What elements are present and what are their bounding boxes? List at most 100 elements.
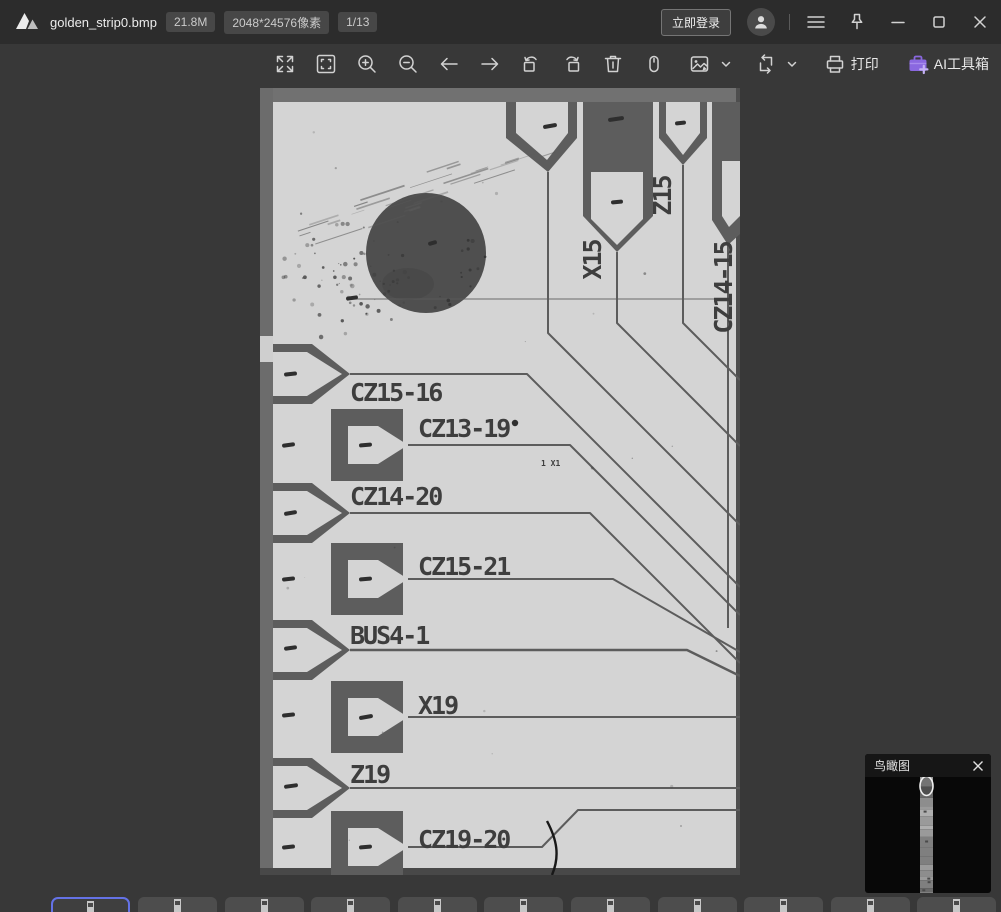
thumbnail-strip-mark: [695, 901, 700, 905]
rotate-right-icon: [560, 52, 584, 76]
thumbnail-strip-mark: [175, 901, 180, 905]
thumbnail-8[interactable]: [658, 897, 737, 912]
pin-icon: [847, 12, 867, 32]
minimap-body[interactable]: [865, 777, 991, 893]
chevron-down-icon: [720, 58, 732, 70]
file-size-badge: 21.8M: [166, 12, 215, 32]
person-icon: [752, 13, 770, 31]
thumbnail-strip-mark: [435, 901, 440, 905]
print-button[interactable]: 打印: [824, 53, 879, 75]
thumbnail-strip-preview: [780, 899, 787, 912]
thumbnail-strip-mark: [88, 903, 93, 907]
thumbnail-3[interactable]: [225, 897, 304, 912]
thumbnail-strip-mark: [348, 901, 353, 905]
pcb-top-border: [260, 88, 740, 102]
thumbnail-strip-preview: [434, 899, 441, 912]
fullscreen-button[interactable]: [273, 50, 297, 78]
pcb-label-x19: X19: [418, 691, 458, 720]
close-icon: [973, 15, 987, 29]
thumbnail-6[interactable]: [484, 897, 563, 912]
minimap-close-button[interactable]: [972, 760, 984, 772]
crop-rotate-icon: [754, 52, 778, 76]
thumbnail-strip-preview: [520, 899, 527, 912]
fullscreen-icon: [273, 52, 297, 76]
zoom-in-button[interactable]: [355, 50, 379, 78]
thumbnail-strip-preview: [174, 899, 181, 912]
thumbnail-11[interactable]: [917, 897, 996, 912]
minimap-viewport-marker[interactable]: [920, 777, 933, 796]
thumbnail-strip-preview: [347, 899, 354, 912]
thumbnail-strip-preview: [694, 899, 701, 912]
thumbnail-1[interactable]: [51, 897, 130, 912]
thumbnail-5[interactable]: [398, 897, 477, 912]
pcb-label-x15: X15: [578, 239, 607, 279]
ai-toolbox-icon: [907, 53, 929, 75]
thumbnail-filmstrip: [0, 897, 1001, 912]
close-icon: [972, 760, 984, 772]
pcb-left-border: [260, 88, 273, 875]
pcb-label-bus4-1: BUS4-1: [350, 621, 429, 650]
next-image-button[interactable]: [478, 50, 502, 78]
zoom-out-button[interactable]: [396, 50, 420, 78]
login-button[interactable]: 立即登录: [661, 9, 731, 36]
previous-image-button[interactable]: [437, 50, 461, 78]
toolbar-right-group: 打印 AI工具箱: [688, 44, 989, 84]
image-edit-button[interactable]: [688, 52, 732, 76]
pcb-label-z19: Z19: [350, 760, 390, 789]
pcb-label-cz15-21: CZ15-21: [418, 552, 510, 581]
print-label: 打印: [851, 54, 879, 74]
rotate-left-button[interactable]: [519, 50, 543, 78]
image-edit-icon: [688, 52, 712, 76]
pcb-label-cz15-16: CZ15-16: [350, 378, 442, 407]
thumbnail-10[interactable]: [831, 897, 910, 912]
menu-button[interactable]: [801, 7, 831, 37]
toolbar-left-group: [273, 44, 666, 84]
arrow-left-icon: [437, 52, 461, 76]
minimap-header[interactable]: 鸟瞰图: [865, 754, 991, 777]
rotate-right-button[interactable]: [560, 50, 584, 78]
rotate-left-icon: [519, 52, 543, 76]
thumbnail-7[interactable]: [571, 897, 650, 912]
minimap-panel: 鸟瞰图: [865, 754, 991, 893]
image-dimensions-badge: 2048*24576像素: [224, 11, 329, 34]
crop-button[interactable]: [754, 52, 798, 76]
thumbnail-strip-preview: [607, 899, 614, 912]
toolbar: 打印 AI工具箱: [0, 44, 1001, 84]
thumbnail-strip-preview: [953, 899, 960, 912]
thumbnail-strip-mark: [521, 901, 526, 905]
chevron-down-icon: [786, 58, 798, 70]
delete-button[interactable]: [601, 50, 625, 78]
thumbnail-2[interactable]: [138, 897, 217, 912]
titlebar-divider: [789, 14, 790, 30]
pcb-label-cz13-19: CZ13-19: [418, 414, 510, 443]
thumbnail-strip-mark: [781, 901, 786, 905]
thumbnail-strip-preview: [87, 901, 94, 912]
thumbnail-strip-preview: [867, 899, 874, 912]
thumbnail-strip-preview: [261, 899, 268, 912]
pcb-label-cz14-20: CZ14-20: [350, 482, 442, 511]
file-name: golden_strip0.bmp: [50, 15, 157, 30]
titlebar: golden_strip0.bmp 21.8M 2048*24576像素 1/1…: [0, 0, 1001, 44]
pin-button[interactable]: [842, 7, 872, 37]
image-index-badge: 1/13: [338, 12, 377, 32]
maximize-button[interactable]: [924, 7, 954, 37]
mouse-mode-button[interactable]: [642, 50, 666, 78]
pcb-label-cz14-15: CZ14-15: [709, 241, 738, 333]
thumbnail-9[interactable]: [744, 897, 823, 912]
main-image-canvas[interactable]: CZ15-16 CZ13-19 1 X1 CZ14-20 CZ15-21 BUS…: [260, 88, 740, 875]
ai-toolbox-button[interactable]: AI工具箱: [907, 53, 989, 75]
thumbnail-strip-mark: [608, 901, 613, 905]
fit-to-window-button[interactable]: [314, 50, 338, 78]
app-window: golden_strip0.bmp 21.8M 2048*24576像素 1/1…: [0, 0, 1001, 912]
zoom-out-icon: [396, 52, 420, 76]
thumbnail-4[interactable]: [311, 897, 390, 912]
printer-icon: [824, 53, 846, 75]
minimize-button[interactable]: [883, 7, 913, 37]
pcb-label-cz19-20: CZ19-20: [418, 825, 510, 854]
user-avatar[interactable]: [747, 8, 775, 36]
thumbnail-strip-mark: [868, 901, 873, 905]
minimize-icon: [891, 15, 905, 29]
trash-icon: [601, 52, 625, 76]
close-button[interactable]: [965, 7, 995, 37]
maximize-icon: [932, 15, 946, 29]
